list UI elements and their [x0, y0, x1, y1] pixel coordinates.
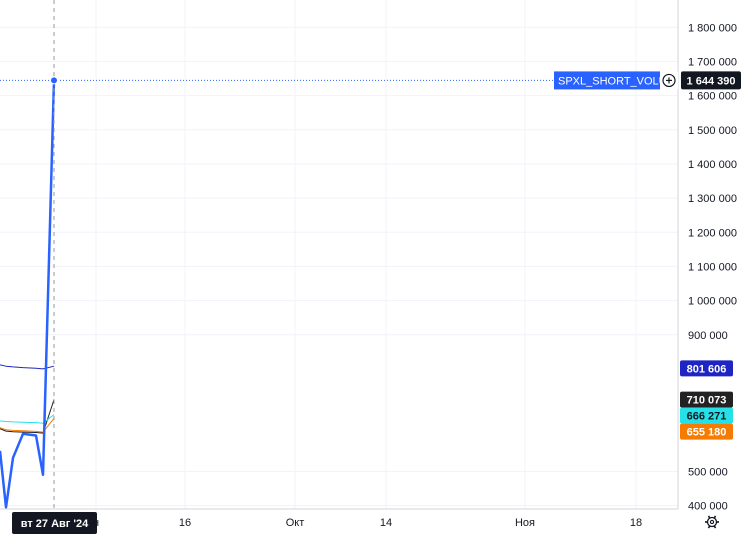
- chart-root[interactable]: 400 000 500 000 900 000 1 000 000 1 100 000 1…: [0, 0, 746, 545]
- chart-svg[interactable]: 400 000 500 000 900 000 1 000 000 1 100 000 1…: [0, 0, 746, 545]
- last-value-label: 801 606: [687, 363, 727, 375]
- y-tick-label: 500 000: [688, 466, 728, 478]
- x-tick-label: Ноя: [515, 517, 535, 529]
- plus-circle-icon[interactable]: [660, 71, 678, 90]
- last-value-label: 666 271: [687, 411, 727, 423]
- y-tick-label: 1 600 000: [688, 91, 737, 103]
- y-tick-label: 1 800 000: [688, 22, 737, 34]
- crosshair-value-label: 1 644 390: [687, 75, 736, 87]
- x-tick-label: 16: [179, 517, 191, 529]
- gear-icon[interactable]: [705, 515, 719, 529]
- series-line: [0, 80, 56, 509]
- y-tick-label: 1 300 000: [688, 193, 737, 205]
- x-axis[interactable]: н16Окт14Ноя18: [0, 508, 678, 529]
- series-line: [0, 414, 55, 424]
- last-value-label: 710 073: [687, 395, 727, 407]
- y-tick-label: 1 000 000: [688, 296, 737, 308]
- last-value-label: 655 180: [687, 427, 727, 439]
- x-tick-label: 14: [380, 517, 392, 529]
- price-badges: SPXL_SHORT_VOLU 1 644 390 801 606 710 073 66…: [12, 71, 741, 534]
- y-tick-label: 1 700 000: [688, 56, 737, 68]
- series-layer: [0, 80, 56, 509]
- x-tick-label: Окт: [286, 517, 305, 529]
- y-tick-label: 1 500 000: [688, 125, 737, 137]
- x-tick-label: 18: [630, 517, 642, 529]
- y-tick-label: 900 000: [688, 330, 728, 342]
- crosshair-point: [50, 76, 58, 85]
- crosshair-date-label: вт 27 Авг '24: [21, 518, 89, 530]
- series-name-label: SPXL_SHORT_VOLU: [558, 75, 667, 87]
- y-tick-label: 1 100 000: [688, 261, 737, 273]
- y-tick-label: 1 400 000: [688, 159, 737, 171]
- y-tick-label: 1 200 000: [688, 227, 737, 239]
- y-tick-label: 400 000: [688, 501, 728, 513]
